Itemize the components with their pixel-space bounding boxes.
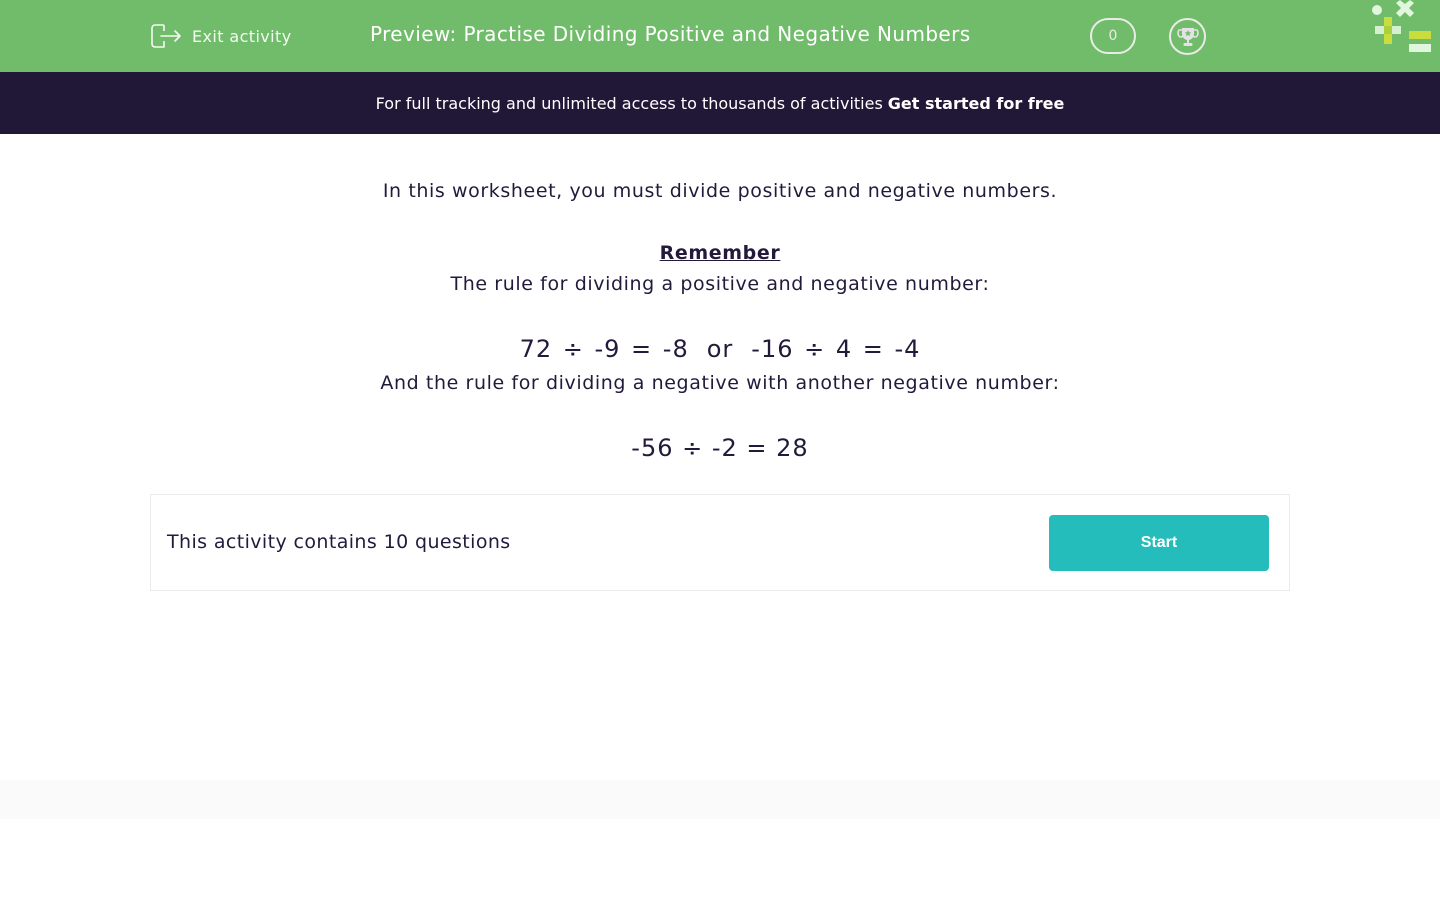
activity-card: This activity contains 10 questions Star… [150, 494, 1290, 591]
or-text: or [706, 335, 734, 363]
banner-text: For full tracking and unlimited access t… [375, 93, 883, 113]
page-title: Preview: Practise Dividing Positive and … [370, 22, 971, 46]
example-equations-1: 72 ÷ -9 = -8 or -16 ÷ 4 = -4 [0, 335, 1440, 363]
get-started-link[interactable]: Get started for free [888, 94, 1065, 113]
exit-icon [151, 24, 181, 48]
trophy-icon [1176, 27, 1199, 46]
top-bar: Exit activity Preview: Practise Dividing… [0, 0, 1440, 72]
signup-banner: For full tracking and unlimited access t… [0, 72, 1440, 134]
score-badge: 0 [1090, 18, 1136, 54]
example-equation-2: -56 ÷ -2 = 28 [631, 434, 809, 462]
exit-activity-label: Exit activity [192, 26, 292, 46]
start-button[interactable]: Start [1049, 515, 1269, 571]
question-count: This activity contains 10 questions [167, 531, 511, 553]
remember-heading: Remember [659, 242, 781, 264]
example-1b: -16 ÷ 4 = -4 [751, 335, 921, 363]
intro-text: In this worksheet, you must divide posit… [382, 180, 1058, 202]
exit-activity-button[interactable]: Exit activity [150, 21, 292, 51]
trophy-button[interactable] [1169, 18, 1206, 55]
rule-positive-negative: The rule for dividing a positive and neg… [450, 273, 990, 295]
rule-negative-negative: And the rule for dividing a negative wit… [380, 372, 1060, 394]
maths-symbols-logo [1372, 0, 1431, 52]
example-1a: 72 ÷ -9 = -8 [519, 335, 689, 363]
footer-band [0, 780, 1440, 819]
